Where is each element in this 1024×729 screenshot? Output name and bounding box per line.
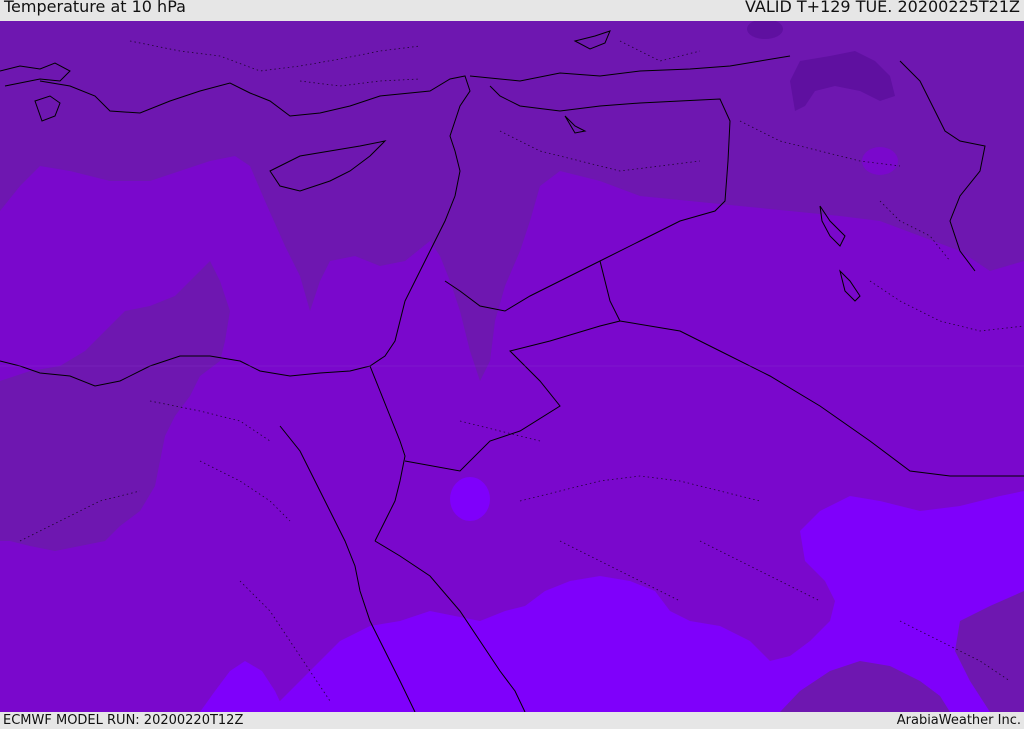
model-run-label: ECMWF MODEL RUN: 20200220T12Z [3,713,244,728]
map-title: Temperature at 10 hPa [4,0,186,16]
map-canvas [0,21,1024,712]
credit-label: ArabiaWeather Inc. [896,713,1021,728]
temperature-map[interactable] [0,21,1024,712]
light-blob-sinai [450,477,490,521]
valid-time: VALID T+129 TUE. 20200225T21Z [744,0,1020,16]
light-blob-turkey [862,147,898,175]
footer-bar: ECMWF MODEL RUN: 20200220T12Z ArabiaWeat… [0,712,1024,729]
header-bar: Temperature at 10 hPa VALID T+129 TUE. 2… [0,0,1024,21]
